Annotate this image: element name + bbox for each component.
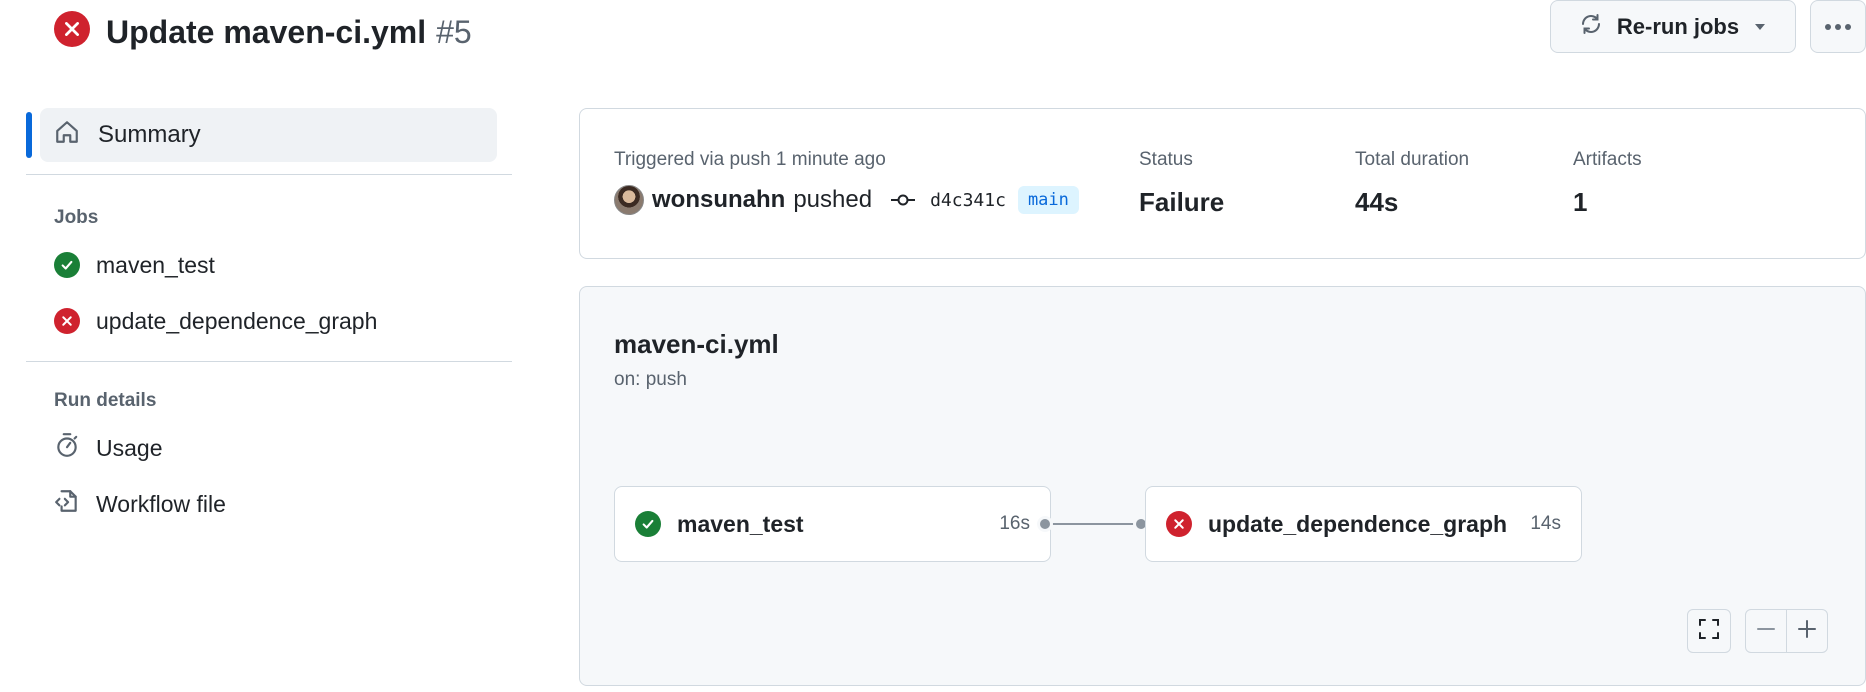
sidebar-item-summary[interactable]: Summary [26, 108, 497, 162]
rerun-jobs-label: Re-run jobs [1616, 13, 1740, 39]
run-title-text: Update maven-ci.yml [106, 14, 427, 50]
trigger-text: Triggered via push 1 minute ago [614, 149, 886, 170]
more-options-button[interactable] [1810, 0, 1866, 53]
actor-link[interactable]: wonsunahn [652, 186, 785, 214]
plus-icon [1797, 619, 1817, 644]
check-circle-icon [635, 511, 661, 537]
workflow-trigger: on: push [614, 369, 687, 390]
commit-sha-link[interactable]: d4c341c [930, 190, 1006, 211]
workflow-graph-card: maven-ci.yml on: push maven_test 16s upd… [579, 286, 1866, 686]
check-circle-icon [54, 252, 80, 278]
sidebar-item-label: maven_test [96, 251, 215, 278]
graph-job-maven-test[interactable]: maven_test 16s [614, 486, 1051, 562]
stopwatch-icon [54, 432, 80, 464]
commit-line: wonsunahn pushed d4c341c main [614, 185, 1079, 215]
run-summary-card: Triggered via push 1 minute ago wonsunah… [579, 108, 1866, 259]
file-code-icon [54, 488, 80, 520]
branch-label[interactable]: main [1017, 186, 1079, 214]
sidebar-item-usage[interactable]: Usage [26, 420, 512, 476]
sidebar-item-label: Workflow file [96, 490, 226, 517]
kebab-horizontal-icon [1824, 18, 1852, 36]
sidebar: Summary Jobs maven_test update_dependenc… [26, 108, 512, 532]
job-connector [1045, 523, 1140, 525]
divider [26, 361, 512, 362]
sidebar-item-job-maven-test[interactable]: maven_test [26, 237, 512, 293]
job-name: maven_test [677, 510, 804, 537]
job-duration: 16s [999, 513, 1030, 534]
sidebar-item-label: update_dependence_graph [96, 307, 378, 334]
graph-job-update-dependence-graph[interactable]: update_dependence_graph 14s [1145, 486, 1582, 562]
x-circle-icon [54, 308, 80, 334]
run-details-section-title: Run details [54, 390, 157, 411]
minus-icon [1756, 619, 1776, 644]
artifacts-value[interactable]: 1 [1573, 187, 1587, 218]
home-icon [54, 119, 80, 152]
duration-label: Total duration [1355, 149, 1470, 170]
sidebar-item-workflow-file[interactable]: Workflow file [26, 476, 512, 532]
job-duration: 14s [1530, 513, 1561, 534]
x-circle-icon [1166, 511, 1192, 537]
run-number: #5 [436, 14, 472, 50]
action-text: pushed [793, 186, 873, 213]
git-commit-icon [890, 186, 916, 214]
status-value: Failure [1139, 187, 1225, 217]
zoom-out-button[interactable] [1745, 609, 1787, 653]
fullscreen-button[interactable] [1687, 609, 1731, 653]
jobs-section-title: Jobs [54, 207, 99, 228]
sidebar-item-label: Usage [96, 434, 163, 461]
job-name: update_dependence_graph [1208, 510, 1508, 537]
fullscreen-icon [1698, 618, 1720, 645]
zoom-in-button[interactable] [1786, 609, 1828, 653]
failure-status-icon [54, 10, 90, 47]
avatar[interactable] [614, 185, 644, 215]
run-header: Update maven-ci.yml #5 [54, 6, 472, 51]
run-title: Update maven-ci.yml #5 [106, 14, 472, 51]
sidebar-item-job-update-dependence-graph[interactable]: update_dependence_graph [26, 293, 512, 349]
duration-value: 44s [1355, 187, 1399, 217]
artifacts-label: Artifacts [1573, 149, 1642, 170]
caret-down-icon [1753, 14, 1767, 40]
sidebar-item-label: Summary [98, 121, 201, 148]
sync-icon [1579, 12, 1603, 42]
workflow-file-name: maven-ci.yml [614, 329, 779, 359]
output-port [1037, 516, 1053, 532]
divider [26, 174, 512, 175]
status-label: Status [1139, 149, 1193, 170]
rerun-jobs-button[interactable]: Re-run jobs [1550, 0, 1796, 53]
